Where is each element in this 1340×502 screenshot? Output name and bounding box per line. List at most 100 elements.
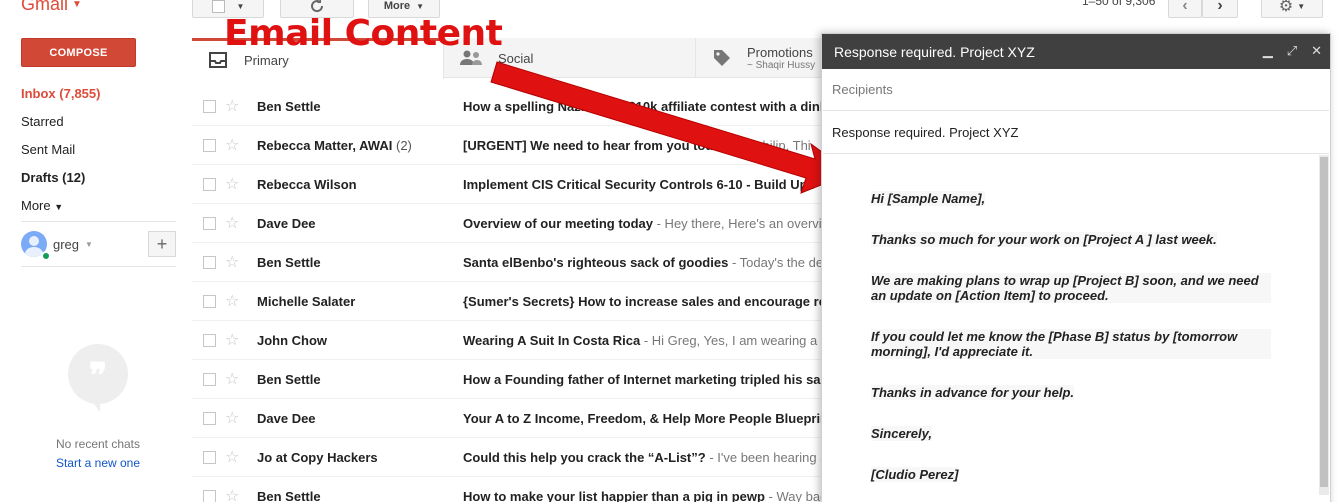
- checkbox-icon: [211, 0, 225, 13]
- email-sender: Rebecca Wilson: [257, 177, 457, 192]
- tab-promotions[interactable]: Promotions ~ Shaqir Hussy: [697, 38, 837, 78]
- tab-primary-label: Primary: [244, 52, 289, 68]
- row-checkbox[interactable]: [203, 372, 216, 386]
- email-snippet: - Today's the dea: [728, 254, 831, 270]
- row-checkbox[interactable]: [203, 177, 216, 191]
- email-list: ☆ Ben Settle How a spelling Nazi won a $1…: [192, 87, 832, 502]
- star-icon[interactable]: ☆: [225, 135, 239, 155]
- sender-name: Ben Settle: [257, 98, 321, 114]
- avatar-head: [29, 236, 39, 246]
- sender-name: John Chow: [257, 332, 328, 348]
- row-checkbox[interactable]: [203, 138, 216, 152]
- star-icon[interactable]: ☆: [225, 447, 239, 467]
- chevron-left-icon: ‹: [1182, 0, 1188, 14]
- email-row[interactable]: ☆ Dave Dee Your A to Z Income, Freedom, &…: [192, 399, 832, 438]
- email-sender: Jo at Copy Hackers: [257, 450, 457, 465]
- sender-name: Michelle Salater: [257, 293, 356, 309]
- email-row[interactable]: ☆ Jo at Copy Hackers Could this help you …: [192, 438, 832, 477]
- row-checkbox[interactable]: [203, 216, 216, 230]
- compose-scrollbar[interactable]: [1319, 155, 1329, 495]
- star-icon[interactable]: ☆: [225, 213, 239, 233]
- body-line: Thanks so much for your work on [Project…: [871, 232, 1217, 247]
- email-row[interactable]: ☆ Ben Settle Santa elBenbo's righteous sa…: [192, 243, 832, 282]
- email-row[interactable]: ☆ Ben Settle How a Founding father of Int…: [192, 360, 832, 399]
- chevron-down-icon: ▼: [416, 1, 425, 11]
- minimize-icon[interactable]: ▁: [1263, 43, 1273, 59]
- email-subject-line: Wearing A Suit In Costa Rica - Hi Greg, …: [463, 333, 827, 348]
- hangouts-user[interactable]: greg ▼: [21, 231, 93, 257]
- sidebar-item-more[interactable]: More ▼: [21, 192, 181, 220]
- email-row[interactable]: ☆ Dave Dee Overview of our meeting today …: [192, 204, 832, 243]
- email-row[interactable]: ☆ Rebecca Wilson Implement CIS Critical S…: [192, 165, 832, 204]
- subject-field[interactable]: Response required. Project XYZ: [823, 111, 1329, 154]
- email-sender: Rebecca Matter, AWAI (2): [257, 138, 457, 153]
- star-icon[interactable]: ☆: [225, 291, 239, 311]
- email-row[interactable]: ☆ John Chow Wearing A Suit In Costa Rica …: [192, 321, 832, 360]
- sidebar-item-inbox[interactable]: Inbox (7,855): [21, 80, 181, 108]
- compose-header[interactable]: Response required. Project XYZ: [822, 34, 1330, 69]
- email-subject-line: Could this help you crack the “A-List”? …: [463, 450, 827, 465]
- recipients-field[interactable]: Recipients: [823, 69, 1329, 111]
- quote-glyph: ❞: [88, 356, 108, 396]
- compose-controls: ▁ ⤢ ✕: [1263, 43, 1322, 59]
- row-checkbox[interactable]: [203, 294, 216, 308]
- settings-button[interactable]: ⚙ ▼: [1261, 0, 1323, 18]
- compose-window: Response required. Project XYZ ▁ ⤢ ✕ Rec…: [821, 33, 1331, 502]
- star-icon[interactable]: ☆: [225, 96, 239, 116]
- new-chat-button[interactable]: +: [148, 231, 176, 257]
- email-sender: Ben Settle: [257, 372, 457, 387]
- email-subject-line: Santa elBenbo's righteous sack of goodie…: [463, 255, 830, 270]
- sidebar-item-sent[interactable]: Sent Mail: [21, 136, 181, 164]
- email-sender: Ben Settle: [257, 99, 457, 114]
- chevron-down-icon: ▼: [85, 239, 93, 249]
- row-checkbox[interactable]: [203, 489, 216, 502]
- row-checkbox[interactable]: [203, 333, 216, 347]
- chevron-down-icon: ▼: [54, 202, 64, 212]
- star-icon[interactable]: ☆: [225, 330, 239, 350]
- star-icon[interactable]: ☆: [225, 174, 239, 194]
- gear-icon: ⚙: [1278, 0, 1294, 15]
- sender-name: Rebecca Wilson: [257, 176, 357, 192]
- row-checkbox[interactable]: [203, 99, 216, 113]
- email-row[interactable]: ☆ Michelle Salater {Sumer's Secrets} How …: [192, 282, 832, 321]
- star-icon[interactable]: ☆: [225, 408, 239, 428]
- sender-name: Ben Settle: [257, 371, 321, 387]
- star-icon[interactable]: ☆: [225, 252, 239, 272]
- row-checkbox[interactable]: [203, 450, 216, 464]
- email-subject-line: How to make your list happier than a pig…: [463, 489, 827, 502]
- tab-promotions-sub: ~ Shaqir Hussy: [747, 60, 816, 71]
- email-snippet: - Hey there, Here's an overvie: [653, 215, 829, 231]
- divider: [21, 266, 176, 267]
- body-line: Thanks in advance for your help.: [871, 385, 1074, 400]
- compose-body[interactable]: Hi [Sample Name], Thanks so much for you…: [822, 155, 1320, 502]
- row-checkbox[interactable]: [203, 255, 216, 269]
- scrollbar-thumb[interactable]: [1320, 157, 1328, 487]
- expand-icon[interactable]: ⤢: [1287, 43, 1297, 59]
- chevron-down-icon: ▼: [72, 0, 82, 10]
- close-icon[interactable]: ✕: [1311, 43, 1322, 59]
- compose-button[interactable]: COMPOSE: [21, 38, 136, 67]
- email-row[interactable]: ☆ Ben Settle How to make your list happie…: [192, 477, 832, 502]
- email-subject-line: [URGENT] We need to hear from you today …: [463, 138, 811, 153]
- email-subject: Implement CIS Critical Security Controls…: [463, 176, 816, 192]
- start-chat-link[interactable]: Start a new one: [28, 456, 168, 470]
- sender-name: Dave Dee: [257, 215, 316, 231]
- star-icon[interactable]: ☆: [225, 486, 239, 502]
- row-checkbox[interactable]: [203, 411, 216, 425]
- email-snippet: - Hi Greg, Yes, I am wearing a s: [640, 332, 828, 348]
- sender-name: Dave Dee: [257, 410, 316, 426]
- sidebar-item-starred[interactable]: Starred: [21, 108, 181, 136]
- email-sender: John Chow: [257, 333, 457, 348]
- email-row[interactable]: ☆ Rebecca Matter, AWAI (2) [URGENT] We nee…: [192, 126, 832, 165]
- plus-icon: +: [156, 233, 168, 254]
- email-subject: Overview of our meeting today: [463, 215, 653, 231]
- online-status-icon: [41, 251, 51, 261]
- older-button[interactable]: ‹: [1168, 0, 1202, 18]
- email-row[interactable]: ☆ Ben Settle How a spelling Nazi won a $1…: [192, 87, 832, 126]
- chevron-down-icon: ▼: [1297, 1, 1306, 11]
- star-icon[interactable]: ☆: [225, 369, 239, 389]
- email-snippet: - Way bac: [764, 488, 827, 502]
- newer-button[interactable]: ›: [1202, 0, 1238, 18]
- sidebar-item-drafts[interactable]: Drafts (12): [21, 164, 181, 192]
- gmail-logo[interactable]: Gmail ▼: [21, 0, 82, 15]
